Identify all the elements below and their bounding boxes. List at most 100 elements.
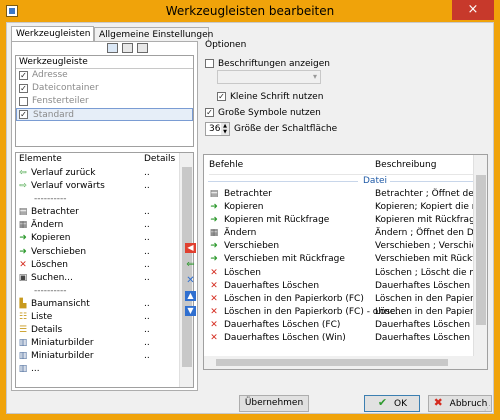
delete-icon: ✕ <box>210 306 218 317</box>
label-position-select[interactable]: ▾ <box>217 70 321 84</box>
delete-icon: ✕ <box>210 267 218 278</box>
table-row[interactable]: ➜ Verschieben mit Rückfrage Verschieben mi… <box>204 253 474 266</box>
checkbox[interactable] <box>19 97 28 106</box>
spin-down-icon[interactable]: ▼ <box>221 129 229 135</box>
large-icons-option[interactable]: ✓ Große Symbole nutzen <box>205 107 321 119</box>
arrow-right-icon: ⇨ <box>19 181 27 192</box>
table-row[interactable]: ➜VerschiebenVerschieben ; Verschiebt die… <box>204 240 474 253</box>
list-item[interactable]: ▥ Miniaturbilder.. <box>16 350 176 363</box>
list-item[interactable]: ☷ Liste.. <box>16 311 176 324</box>
edit-icon: ▦ <box>18 220 28 231</box>
delete-x-icon[interactable]: ✕ <box>185 276 196 286</box>
scroll-thumb[interactable] <box>476 175 486 325</box>
delete-toolbar-icon[interactable] <box>137 43 148 53</box>
title-bar[interactable]: Werkzeugleisten bearbeiten × <box>0 0 500 22</box>
toolbar-item-adresse[interactable]: ✓ Adresse <box>16 69 193 82</box>
group-header-datei: Datei <box>204 175 474 187</box>
table-row[interactable]: ▦ÄndernÄndern ; Öffnet den Dateiedi <box>204 227 474 240</box>
commands-list: Befehle Beschreibung Datei ▤ Betrachter Be… <box>203 154 488 370</box>
toolbar-item-standard[interactable]: ✓ Standard <box>16 108 193 121</box>
list-item[interactable]: ⇦ Verlauf zurück.. <box>16 167 176 180</box>
list-item[interactable]: ▙ Baumansicht.. <box>16 298 176 311</box>
checkbox[interactable]: ✓ <box>205 108 214 117</box>
remove-icon[interactable]: ◀ <box>185 243 196 253</box>
scroll-thumb[interactable] <box>216 359 448 366</box>
elements-column-header[interactable]: Elemente <box>19 153 62 166</box>
checkbox[interactable]: ✓ <box>217 92 226 101</box>
insert-icon[interactable]: ⇐ <box>185 260 196 270</box>
table-row[interactable]: ✕ Dauerhaftes Löschen (Win) Dauerhaftes Lö… <box>204 332 474 345</box>
toolbar-item-dateicontainer[interactable]: ✓ Dateicontainer <box>16 82 193 95</box>
details-column-header[interactable]: Details <box>144 153 175 166</box>
options-group-label: Optionen <box>205 40 247 50</box>
transfer-buttons: ◀ ⇐ ✕ ▲ ▼ <box>185 243 199 323</box>
show-labels-option[interactable]: Beschriftungen anzeigen <box>205 58 330 70</box>
thumbnails-icon: ▥ <box>18 364 28 375</box>
list-item[interactable]: ⇨ Verlauf vorwärts.. <box>16 180 176 193</box>
checkmark-icon: ✔ <box>377 396 388 409</box>
list-item[interactable]: ▤ Betrachter.. <box>16 206 176 219</box>
toolbar-item-label: Dateicontainer <box>32 83 99 93</box>
list-item[interactable]: ✕ Löschen.. <box>16 259 176 272</box>
toolbar-list-header: Werkzeugleiste <box>16 56 193 69</box>
list-item[interactable]: ➜ Verschieben.. <box>16 246 176 259</box>
viewer-icon: ▤ <box>18 207 28 218</box>
checkbox[interactable]: ✓ <box>19 71 28 80</box>
table-row[interactable]: ✕ Löschen in den Papierkorb (FC) - ohne..… <box>204 306 474 319</box>
commands-rows: ▤BetrachterBetrachter ; Öffnet den inter… <box>204 188 474 345</box>
delete-icon: ✕ <box>210 293 218 304</box>
checkbox[interactable] <box>205 59 214 68</box>
close-button[interactable]: × <box>452 0 494 20</box>
elements-rows: ⇦ Verlauf zurück.. ⇨ Verlauf vorwärts.. --… <box>16 167 176 377</box>
table-row[interactable]: ➜ Kopieren mit Rückfrage Kopieren mit Rück… <box>204 214 474 227</box>
dialog-body: Werkzeugleisten Allgemeine Einstellungen… <box>6 22 494 414</box>
cancel-button[interactable]: ✖ Abbruch <box>428 395 492 412</box>
table-row[interactable]: ➜KopierenKopieren; Kopiert die markier <box>204 201 474 214</box>
separator-item[interactable]: ---------- <box>16 285 176 298</box>
list-item[interactable]: ☰ Details.. <box>16 324 176 337</box>
list-item[interactable]: ▥ Miniaturbilder.. <box>16 337 176 350</box>
commands-column-header[interactable]: Befehle <box>209 155 374 175</box>
move-up-icon[interactable]: ▲ <box>185 291 196 301</box>
tab-allgemeine-einstellungen[interactable]: Allgemeine Einstellungen <box>94 27 213 42</box>
table-row[interactable]: ✕LöschenLöschen ; Löscht die markier <box>204 267 474 280</box>
move-icon: ➜ <box>210 241 218 252</box>
move-down-icon[interactable]: ▼ <box>185 306 196 316</box>
list-item[interactable]: ▣ Suchen..... <box>16 272 176 285</box>
resize-grip-icon[interactable]: ⋰ <box>484 404 492 412</box>
list-item[interactable]: ▦ Ändern.. <box>16 219 176 232</box>
table-row[interactable]: ✕ Löschen in den Papierkorb (FC) Löschen i… <box>204 293 474 306</box>
toolbar-list: Werkzeugleiste ✓ Adresse ✓ Dateicontaine… <box>15 55 194 147</box>
table-row[interactable]: ▤BetrachterBetrachter ; Öffnet den inter… <box>204 188 474 201</box>
tab-werkzeugleisten[interactable]: Werkzeugleisten <box>11 26 94 42</box>
list-item[interactable]: ➜ Kopieren.. <box>16 232 176 245</box>
toolbar-item-fensterteiler[interactable]: Fensterteiler <box>16 95 193 108</box>
details-icon: ☰ <box>18 325 28 336</box>
commands-scrollbar[interactable] <box>473 155 487 369</box>
description-column-header[interactable]: Beschreibung <box>375 155 474 175</box>
group-divider <box>390 181 474 182</box>
apply-button[interactable]: Übernehmen <box>239 395 309 412</box>
new-toolbar-icon[interactable] <box>107 43 118 53</box>
delete-icon: ✕ <box>210 280 218 291</box>
group-divider <box>208 181 358 182</box>
checkbox[interactable]: ✓ <box>19 84 28 93</box>
table-row[interactable]: ✕ Dauerhaftes Löschen (FC) Dauerhaftes Lös… <box>204 319 474 332</box>
list-item[interactable]: ▥... <box>16 363 176 376</box>
separator-item[interactable]: ---------- <box>16 193 176 206</box>
button-size-spinner[interactable]: 36 ▲ ▼ <box>205 122 230 136</box>
delete-icon: ✕ <box>19 259 27 270</box>
list-icon: ☷ <box>18 312 28 323</box>
thumbnails-icon: ▥ <box>18 338 28 349</box>
toolbar-item-label: Fensterteiler <box>32 96 89 106</box>
tree-icon: ▙ <box>19 298 27 309</box>
delete-icon: ✕ <box>210 333 218 344</box>
checkbox[interactable]: ✓ <box>19 110 28 119</box>
small-font-option[interactable]: ✓ Kleine Schrift nutzen <box>217 91 323 103</box>
table-row[interactable]: ✕ Dauerhaftes Löschen Dauerhaftes Löschen <box>204 280 474 293</box>
ok-button[interactable]: ✔ OK <box>364 395 420 412</box>
rename-toolbar-icon[interactable] <box>122 43 133 53</box>
copy-icon: ➜ <box>210 202 218 213</box>
commands-horizontal-scrollbar[interactable] <box>204 356 474 369</box>
viewer-icon: ▤ <box>209 189 219 199</box>
